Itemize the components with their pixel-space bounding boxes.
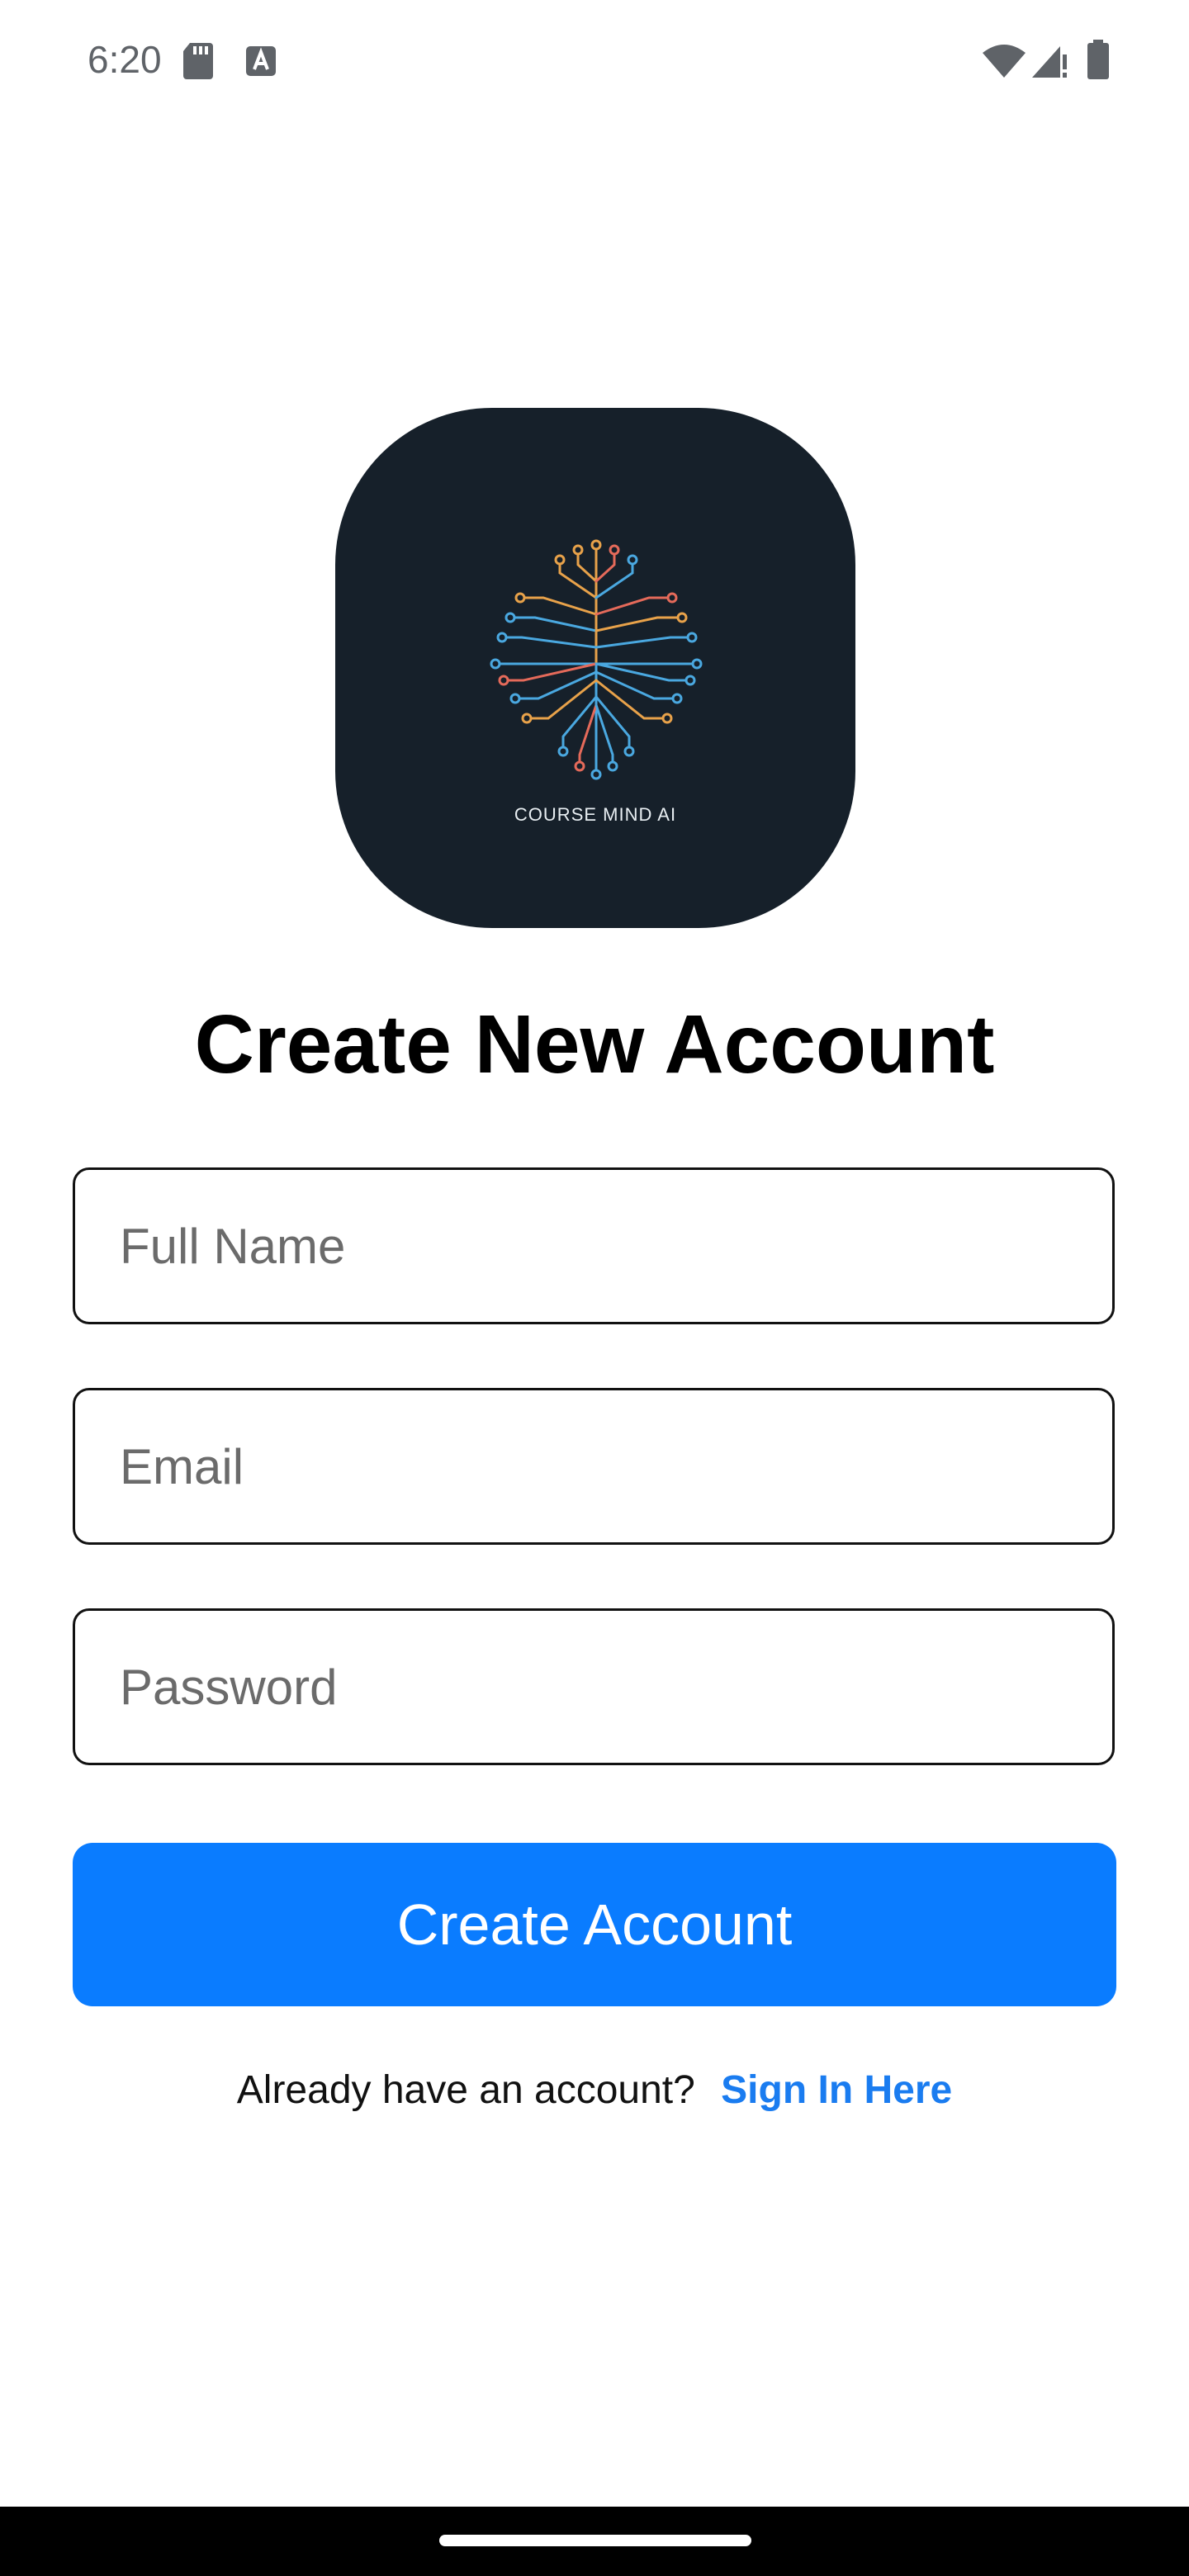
sd-card-icon xyxy=(183,43,213,79)
home-gesture-handle[interactable] xyxy=(439,2535,751,2546)
password-field[interactable] xyxy=(73,1608,1115,1765)
password-input[interactable] xyxy=(120,1611,1069,1763)
email-input[interactable] xyxy=(120,1390,1069,1542)
keyboard-a-icon xyxy=(246,46,276,76)
signin-prompt: Already have an account? xyxy=(236,2068,695,2112)
status-time: 6:20 xyxy=(88,38,162,81)
email-field[interactable] xyxy=(73,1388,1115,1545)
wifi-icon xyxy=(983,45,1026,78)
sign-in-link[interactable]: Sign In Here xyxy=(721,2068,952,2112)
status-bar: 6:20 xyxy=(0,0,1189,116)
battery-icon xyxy=(1087,40,1109,79)
app-logo: COURSE MIND AI xyxy=(335,408,855,928)
full-name-field[interactable] xyxy=(73,1167,1115,1324)
full-name-input[interactable] xyxy=(120,1170,1069,1322)
signin-row: Already have an account? Sign In Here xyxy=(0,2064,1189,2117)
logo-text: COURSE MIND AI xyxy=(514,804,677,825)
page-title: Create New Account xyxy=(194,998,995,1091)
signal-icon xyxy=(1032,46,1067,78)
create-account-button[interactable]: Create Account xyxy=(73,1843,1116,2006)
circuit-tree-icon xyxy=(490,539,703,780)
